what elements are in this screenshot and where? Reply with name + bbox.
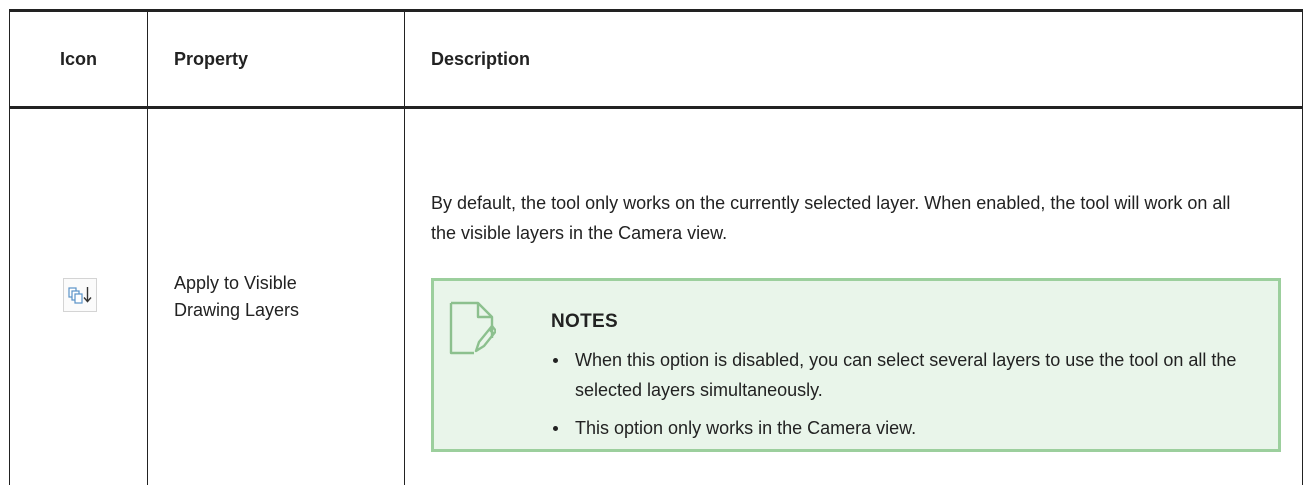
description-cell: By default, the tool only works on the c… xyxy=(405,108,1303,485)
header-property: Property xyxy=(148,11,405,108)
header-description: Description xyxy=(405,11,1303,108)
list-item: When this option is disabled, you can se… xyxy=(551,345,1251,405)
apply-to-visible-layers-icon xyxy=(63,278,97,312)
note-box: NOTES When this option is disabled, you … xyxy=(431,278,1281,452)
table-header-row: Icon Property Description xyxy=(10,11,1303,108)
properties-table: Icon Property Description xyxy=(9,9,1303,485)
note-item-text: This option only works in the Camera vie… xyxy=(575,418,916,438)
bullet xyxy=(553,358,558,363)
note-title: NOTES xyxy=(551,311,618,333)
description-text: By default, the tool only works on the c… xyxy=(431,188,1251,248)
note-pencil-icon xyxy=(448,300,496,356)
list-item: This option only works in the Camera vie… xyxy=(551,413,1251,443)
note-item-text: When this option is disabled, you can se… xyxy=(575,350,1236,400)
property-name: Apply to Visible Drawing Layers xyxy=(174,270,364,324)
header-icon: Icon xyxy=(10,11,148,108)
note-list: When this option is disabled, you can se… xyxy=(551,345,1251,451)
bullet xyxy=(553,426,558,431)
properties-table-wrapper: Icon Property Description xyxy=(0,0,1311,481)
table-row: Apply to Visible Drawing Layers By defau… xyxy=(10,108,1303,485)
property-cell: Apply to Visible Drawing Layers xyxy=(148,108,405,485)
icon-cell xyxy=(10,108,148,485)
